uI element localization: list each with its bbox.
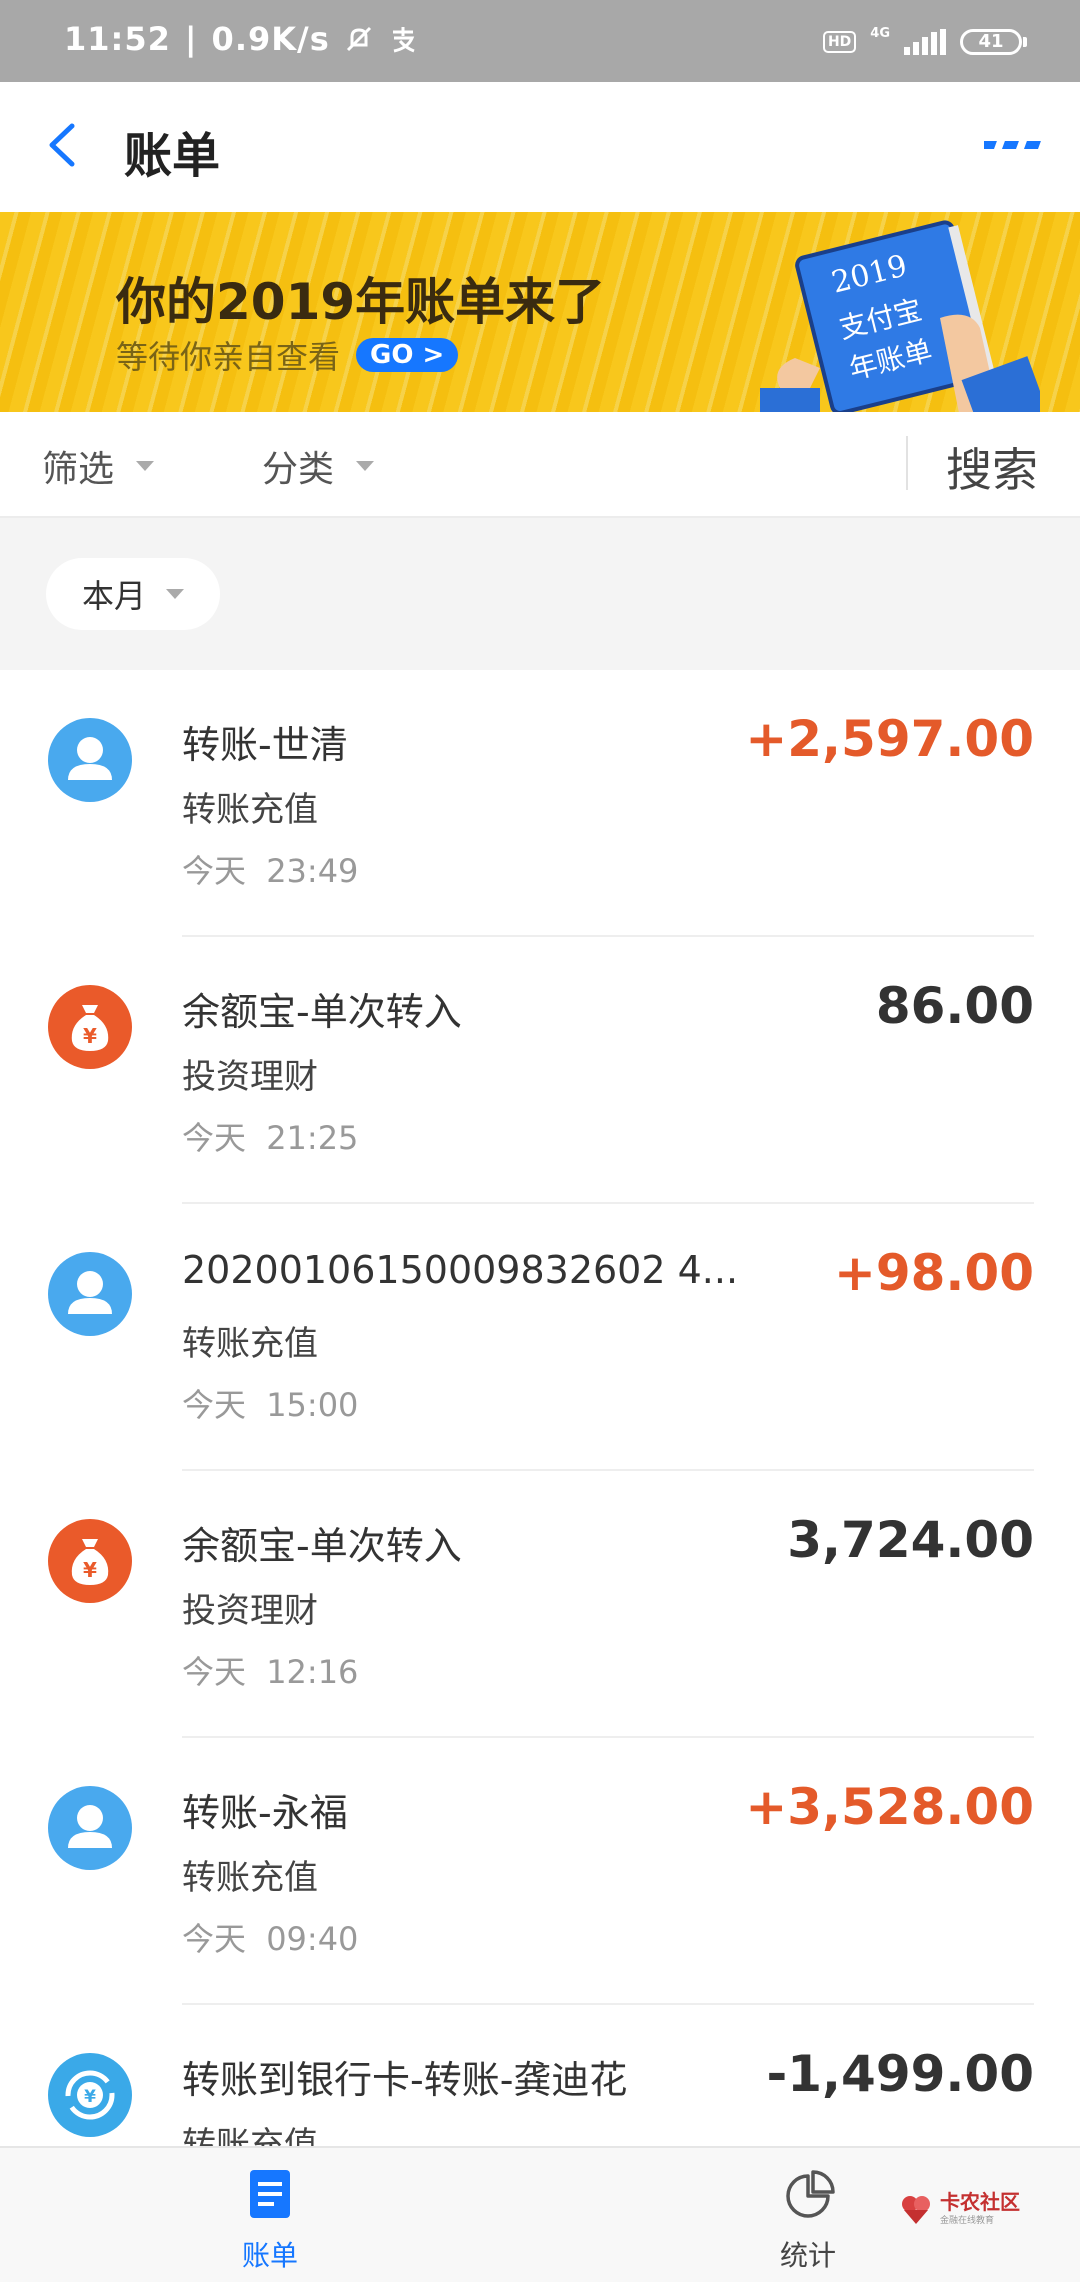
transaction-category: 投资理财 (182, 1057, 318, 1097)
search-button[interactable]: 搜索 (946, 434, 1038, 500)
top-bar: 账单 (0, 82, 1080, 212)
transaction-amount: +98.00 (833, 1244, 1034, 1302)
month-label: 本月 (81, 577, 146, 615)
status-left: 11:52 | 0.9K/s (64, 20, 418, 58)
watermark-sub: 金融在线教育 (940, 2215, 995, 2226)
transaction-category: 投资理财 (182, 1591, 318, 1631)
hd-badge: HD (822, 30, 857, 53)
person-icon (48, 1786, 132, 1870)
transaction-time: 今天 21:25 (182, 1119, 359, 1157)
transaction-category: 转账充值 (182, 1324, 318, 1364)
more-icon[interactable] (984, 138, 1042, 152)
banner-title: 你的2019年账单来了 (116, 273, 606, 331)
transaction-category: 转账充值 (182, 790, 318, 830)
svg-text:¥: ¥ (83, 1024, 97, 1048)
category-dropdown[interactable]: 分类 (262, 440, 375, 492)
go-button[interactable]: GO > (356, 338, 459, 372)
svg-text:¥: ¥ (84, 2087, 96, 2107)
caret-down-icon (136, 461, 155, 471)
bottom-nav: 账单 统计 卡农社区 金融在线教育 (0, 2146, 1080, 2282)
month-selector[interactable]: 本月 (46, 558, 220, 630)
page-title: 账单 (124, 128, 221, 184)
banner-subtitle-row: 等待你亲自查看 GO > (116, 332, 459, 378)
pie-chart-icon[interactable] (782, 2168, 838, 2224)
transaction-amount: 3,724.00 (787, 1511, 1034, 1569)
transaction-row[interactable]: 转账-世清 转账充值 今天 23:49 +2,597.00 (0, 670, 1080, 937)
tab-stats-label[interactable]: 统计 (770, 2234, 846, 2274)
filter-label: 筛选 (42, 449, 115, 490)
watermark-text: 卡农社区 (940, 2189, 1020, 2214)
transaction-time: 今天 09:40 (182, 1920, 359, 1958)
transaction-amount: 86.00 (875, 977, 1034, 1035)
transaction-title: 转账到银行卡-转账-龚迪花 (182, 2058, 628, 2102)
transaction-row[interactable]: 20200106150009832602 4... 转账充值 今天 15:00 … (0, 1204, 1080, 1471)
battery-level: 41 (978, 30, 1004, 52)
annual-bill-banner[interactable]: 你的2019年账单来了 等待你亲自查看 GO > 2019 支付宝 年账单 (0, 212, 1080, 412)
status-time: 11:52 (64, 20, 171, 58)
network-label: 4G (870, 26, 890, 41)
annual-bill-book-illustration: 2019 支付宝 年账单 (760, 220, 1040, 412)
banner-subtitle: 等待你亲自查看 (116, 338, 341, 376)
mute-bell-icon (346, 26, 371, 52)
filter-bar: 筛选 分类 搜索 (0, 412, 1080, 518)
person-icon (48, 718, 132, 802)
back-arrow-icon[interactable] (42, 120, 82, 170)
battery-icon: 41 (960, 28, 1027, 55)
status-speed: 0.9K/s (211, 20, 330, 58)
transaction-category: 转账充值 (182, 1858, 318, 1898)
person-icon (48, 1252, 132, 1336)
money-bag-icon: ¥ (48, 1519, 132, 1603)
transaction-title: 20200106150009832602 4... (182, 1248, 739, 1292)
transaction-title: 余额宝-单次转入 (182, 990, 462, 1034)
transaction-time: 今天 12:16 (182, 1653, 359, 1691)
transaction-list: 转账-世清 转账充值 今天 23:49 +2,597.00 ¥ 余额宝-单次转入… (0, 670, 1080, 2146)
alipay-icon (392, 27, 415, 53)
tab-bills-label[interactable]: 账单 (226, 2234, 314, 2274)
transaction-title: 余额宝-单次转入 (182, 1524, 462, 1568)
transaction-row[interactable]: 转账-永福 转账充值 今天 09:40 +3,528.00 (0, 1738, 1080, 2005)
transaction-amount: +2,597.00 (745, 710, 1034, 768)
bank-transfer-icon: ¥ (48, 2053, 132, 2137)
signal-icon (904, 28, 946, 55)
watermark-logo-icon (902, 2196, 930, 2224)
transaction-amount: -1,499.00 (766, 2045, 1034, 2103)
status-right: HD 4G 41 (822, 26, 1027, 57)
transaction-row[interactable]: ¥ 转账到银行卡-转账-龚迪花 转账充值 -1,499.00 (0, 2005, 1080, 2146)
transaction-time: 今天 23:49 (182, 852, 359, 890)
transaction-row[interactable]: ¥ 余额宝-单次转入 投资理财 今天 12:16 3,724.00 (0, 1471, 1080, 1738)
watermark: 卡农社区 金融在线教育 (898, 2190, 1020, 2226)
transaction-amount: +3,528.00 (745, 1778, 1034, 1836)
category-label: 分类 (262, 449, 335, 490)
svg-text:¥: ¥ (83, 1558, 97, 1582)
filter-dropdown[interactable]: 筛选 (42, 440, 155, 492)
caret-down-icon (166, 589, 184, 599)
money-bag-icon: ¥ (48, 985, 132, 1069)
caret-down-icon (356, 461, 375, 471)
transaction-time: 今天 15:00 (182, 1386, 359, 1424)
divider (906, 436, 908, 490)
transaction-title: 转账-永福 (182, 1791, 348, 1835)
transaction-category: 转账充值 (182, 2125, 318, 2146)
transaction-title: 转账-世清 (182, 723, 348, 767)
status-bar: 11:52 | 0.9K/s HD 4G 41 (0, 0, 1080, 82)
transaction-row[interactable]: ¥ 余额宝-单次转入 投资理财 今天 21:25 86.00 (0, 937, 1080, 1204)
bill-icon[interactable] (236, 2166, 304, 2222)
month-section: 本月 (0, 518, 1080, 670)
